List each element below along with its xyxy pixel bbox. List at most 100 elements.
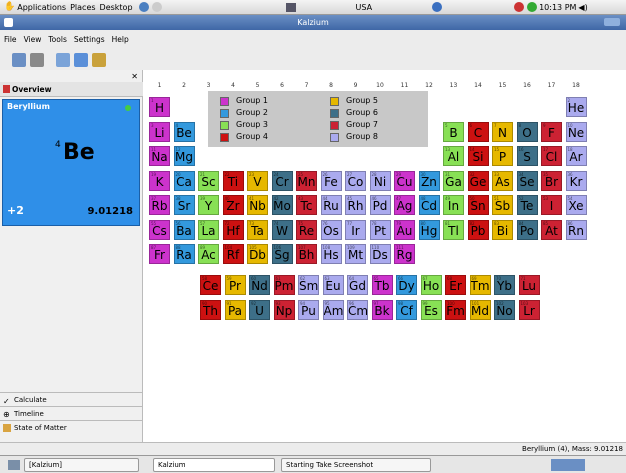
element-cell-he[interactable]: 2 He bbox=[565, 97, 587, 117]
element-cell-ag[interactable]: 47 Ag bbox=[394, 195, 415, 215]
element-cell-rf[interactable]: 104 Rf bbox=[222, 244, 244, 264]
element-cell-au[interactable]: 79 Au bbox=[394, 219, 415, 240]
element-cell-tc[interactable]: 43 Tc bbox=[296, 195, 317, 215]
foot-icon[interactable]: ✋ bbox=[4, 2, 15, 12]
element-cell-pu[interactable]: 94 Pu bbox=[298, 300, 319, 320]
molecule-icon[interactable] bbox=[92, 52, 106, 67]
element-cell-cs[interactable]: 55 Cs bbox=[149, 219, 170, 240]
element-cell-u[interactable]: 92 U bbox=[249, 300, 270, 320]
network-icon[interactable] bbox=[432, 2, 443, 12]
kalzium-app-icon[interactable] bbox=[4, 18, 13, 27]
element-cell-no[interactable]: 102 No bbox=[494, 300, 515, 320]
menu-help[interactable]: Help bbox=[112, 35, 129, 44]
element-cell-p[interactable]: 15 P bbox=[492, 146, 513, 166]
volume-icon[interactable]: ◀) bbox=[578, 3, 587, 12]
element-cell-sg[interactable]: 106 Sg bbox=[271, 244, 293, 264]
element-cell-na[interactable]: 11 Na bbox=[149, 146, 170, 166]
element-cell-lr[interactable]: 103 Lr bbox=[518, 300, 540, 320]
element-cell-at[interactable]: 85 At bbox=[541, 219, 562, 240]
element-cell-i[interactable]: 53 I bbox=[541, 195, 562, 215]
element-cell-ni[interactable]: 28 Ni bbox=[369, 170, 391, 191]
element-cell-bh[interactable]: 107 Bh bbox=[296, 244, 317, 264]
element-cell-bk[interactable]: 97 Bk bbox=[371, 300, 393, 320]
element-cell-k[interactable]: 19 K bbox=[149, 170, 170, 191]
element-cell-w[interactable]: 74 W bbox=[271, 219, 293, 240]
element-cell-am[interactable]: 95 Am bbox=[322, 300, 344, 320]
element-cell-c[interactable]: 6C bbox=[467, 121, 489, 142]
element-cell-rn[interactable]: 86 Rn bbox=[565, 219, 587, 240]
element-cell-s[interactable]: 16 S bbox=[516, 146, 538, 166]
element-cell-v[interactable]: 23 V bbox=[247, 170, 268, 191]
element-cell-te[interactable]: 52 Te bbox=[516, 195, 538, 215]
element-cell-lu[interactable]: 71 Lu bbox=[518, 275, 540, 295]
sidebar-item-timeline[interactable]: ⊕ Timeline bbox=[0, 406, 143, 420]
element-cell-yb[interactable]: 70 Yb bbox=[494, 275, 515, 295]
sidebar-item-calculate[interactable]: ✓ Calculate bbox=[0, 392, 143, 406]
element-cell-tl[interactable]: 81 Tl bbox=[443, 219, 464, 240]
show-desktop-icon[interactable] bbox=[8, 459, 20, 470]
element-cell-ca[interactable]: 20 Ca bbox=[173, 170, 195, 191]
element-cell-ho[interactable]: 67 Ho bbox=[420, 275, 442, 295]
close-icon[interactable]: ✕ bbox=[131, 72, 138, 81]
element-cell-po[interactable]: 84 Po bbox=[516, 219, 538, 240]
task-screenshot[interactable]: Starting Take Screenshot bbox=[281, 457, 431, 472]
launcher-icon[interactable] bbox=[138, 2, 149, 12]
element-cell-cf[interactable]: 98 Cf bbox=[396, 300, 417, 320]
list-icon[interactable] bbox=[74, 52, 88, 67]
element-cell-li[interactable]: 3 Li bbox=[149, 121, 170, 142]
element-cell-ti[interactable]: 22 Ti bbox=[222, 170, 244, 191]
element-cell-mn[interactable]: 25 Mn bbox=[296, 170, 317, 191]
element-cell-np[interactable]: 93 Np bbox=[273, 300, 295, 320]
element-cell-br[interactable]: 35 Br bbox=[541, 170, 562, 191]
element-cell-ne[interactable]: 10 Ne bbox=[565, 121, 587, 142]
element-cell-ge[interactable]: 32 Ge bbox=[467, 170, 489, 191]
element-cell-pb[interactable]: 82 Pb bbox=[467, 219, 489, 240]
element-cell-md[interactable]: 101 Md bbox=[469, 300, 491, 320]
menu-applications[interactable]: Applications bbox=[15, 3, 68, 12]
element-cell-mo[interactable]: 42 Mo bbox=[271, 195, 293, 215]
window-controls[interactable] bbox=[604, 18, 620, 26]
element-cell-n[interactable]: 7N bbox=[492, 121, 513, 142]
workspace-switcher[interactable] bbox=[551, 458, 585, 471]
info-view-icon[interactable] bbox=[30, 52, 44, 67]
launcher-icon-2[interactable] bbox=[151, 2, 162, 12]
element-cell-ac[interactable]: 89 Ac bbox=[198, 244, 219, 264]
element-cell-mg[interactable]: 12 Mg bbox=[173, 146, 195, 166]
element-cell-pt[interactable]: 78 Pt bbox=[369, 219, 391, 240]
element-cell-er[interactable]: 68 Er bbox=[445, 275, 466, 295]
window-titlebar[interactable]: Kalzium bbox=[0, 15, 626, 30]
element-cell-es[interactable]: 99 Es bbox=[420, 300, 442, 320]
task-kalzium[interactable]: Kalzium bbox=[153, 457, 275, 472]
element-cell-hg[interactable]: 80 Hg bbox=[418, 219, 440, 240]
element-cell-b[interactable]: 5B bbox=[443, 121, 464, 142]
element-cell-fe[interactable]: 26 Fe bbox=[320, 170, 342, 191]
element-cell-re[interactable]: 75 Re bbox=[296, 219, 317, 240]
element-cell-pr[interactable]: 59 Pr bbox=[224, 275, 246, 295]
element-cell-ru[interactable]: 44 Ru bbox=[320, 195, 342, 215]
element-cell-sb[interactable]: 51 Sb bbox=[492, 195, 513, 215]
element-cell-y[interactable]: 39 Y bbox=[198, 195, 219, 215]
element-cell-zn[interactable]: 30 Zn bbox=[418, 170, 440, 191]
element-cell-kr[interactable]: 36 Kr bbox=[565, 170, 587, 191]
element-cell-ga[interactable]: 31 Ga bbox=[443, 170, 464, 191]
element-cell-pd[interactable]: 46 Pd bbox=[369, 195, 391, 215]
element-cell-eu[interactable]: 63 Eu bbox=[322, 275, 344, 295]
element-cell-sr[interactable]: 38 Sr bbox=[173, 195, 195, 215]
element-cell-hs[interactable]: 108 Hs bbox=[320, 244, 342, 264]
element-cell-ce[interactable]: 58 Ce bbox=[200, 275, 221, 295]
element-cell-hf[interactable]: 72 Hf bbox=[222, 219, 244, 240]
element-cell-os[interactable]: 76 Os bbox=[320, 219, 342, 240]
element-cell-zr[interactable]: 40 Zr bbox=[222, 195, 244, 215]
element-cell-pa[interactable]: 91 Pa bbox=[224, 300, 246, 320]
element-cell-rg[interactable]: 111 Rg bbox=[394, 244, 415, 264]
element-cell-nd[interactable]: 60 Nd bbox=[249, 275, 270, 295]
clock[interactable]: 10:13 PM bbox=[537, 3, 578, 12]
sidebar-tab-overview[interactable]: Overview bbox=[0, 82, 143, 97]
element-cell-db[interactable]: 105 Db bbox=[247, 244, 268, 264]
element-cell-co[interactable]: 27 Co bbox=[345, 170, 366, 191]
table-view-icon[interactable] bbox=[12, 52, 26, 67]
element-cell-as[interactable]: 33 As bbox=[492, 170, 513, 191]
element-cell-ta[interactable]: 73 Ta bbox=[247, 219, 268, 240]
tray-icon-2[interactable] bbox=[527, 2, 538, 12]
element-cell-nb[interactable]: 41 Nb bbox=[247, 195, 268, 215]
